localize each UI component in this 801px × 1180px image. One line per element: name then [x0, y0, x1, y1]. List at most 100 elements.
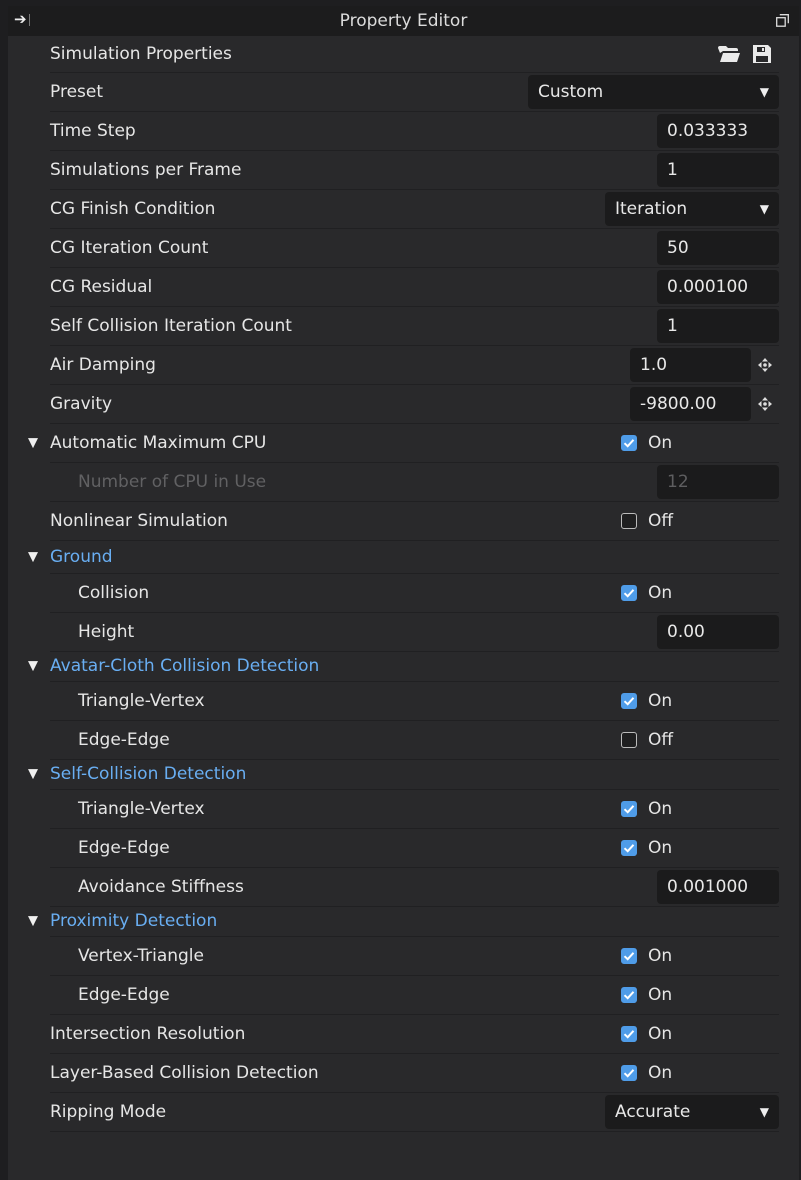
collapse-triangle-icon[interactable]: ▼: [28, 435, 38, 450]
ripping-mode-dropdown[interactable]: Accurate ▼: [605, 1094, 779, 1129]
chevron-down-icon: ▼: [759, 1104, 769, 1119]
avatar-cloth-edge-edge-state: Off: [648, 729, 674, 750]
sims-per-frame-input[interactable]: 1: [657, 152, 779, 187]
collapse-triangle-icon[interactable]: ▼: [28, 659, 38, 674]
sims-per-frame-label: Simulations per Frame: [50, 159, 242, 180]
auto-max-cpu-state: On: [648, 432, 673, 453]
cg-finish-row: CG Finish Condition Iteration ▼: [50, 189, 779, 229]
avatar-cloth-edge-edge-row: Edge-Edge Off: [50, 720, 779, 760]
num-cpu-input: 12: [657, 464, 779, 499]
self-collision-group-header[interactable]: ▼ Self-Collision Detection: [28, 759, 779, 790]
num-cpu-row: Number of CPU in Use 12: [50, 462, 779, 502]
ground-title: Ground: [50, 546, 113, 567]
ground-height-input[interactable]: 0.00: [657, 614, 779, 649]
nonlinear-state: Off: [648, 510, 674, 531]
avoidance-stiffness-input[interactable]: 0.001000: [657, 869, 779, 904]
time-step-row: Time Step 0.033333: [50, 111, 779, 151]
ripping-mode-row: Ripping Mode Accurate ▼: [50, 1092, 779, 1132]
nonlinear-label: Nonlinear Simulation: [50, 510, 228, 531]
collapse-triangle-icon[interactable]: ▼: [28, 549, 38, 564]
ground-height-label: Height: [78, 621, 135, 642]
collapse-triangle-icon[interactable]: ▼: [28, 914, 38, 929]
layer-based-state: On: [648, 1062, 673, 1083]
self-collision-edge-edge-row: Edge-Edge On: [50, 828, 779, 868]
intersection-row: Intersection Resolution On: [50, 1014, 779, 1054]
self-collision-edge-edge-checkbox[interactable]: [621, 839, 637, 856]
avoidance-stiffness-label: Avoidance Stiffness: [78, 876, 244, 897]
self-collision-edge-edge-state: On: [648, 837, 673, 858]
cg-iteration-row: CG Iteration Count 50: [50, 228, 779, 268]
drag-adjust-icon[interactable]: [757, 357, 773, 373]
section-header-row: Simulation Properties: [50, 36, 779, 73]
title-bar: ➔ Property Editor: [8, 6, 799, 36]
ripping-mode-label: Ripping Mode: [50, 1101, 167, 1122]
air-damping-row: Air Damping 1.0: [50, 345, 779, 385]
cg-iteration-label: CG Iteration Count: [50, 237, 209, 258]
sims-per-frame-row: Simulations per Frame 1: [50, 150, 779, 190]
time-step-input[interactable]: 0.033333: [657, 113, 779, 148]
proximity-edge-edge-checkbox[interactable]: [621, 986, 637, 1003]
proximity-vert-tri-row: Vertex-Triangle On: [50, 936, 779, 976]
proximity-edge-edge-state: On: [648, 984, 673, 1005]
proximity-vert-tri-checkbox[interactable]: [621, 947, 637, 964]
auto-max-cpu-row: ▼ Automatic Maximum CPU On: [28, 423, 779, 463]
proximity-vert-tri-state: On: [648, 945, 673, 966]
layer-based-checkbox[interactable]: [621, 1064, 637, 1081]
save-icon[interactable]: [751, 43, 773, 65]
cg-residual-label: CG Residual: [50, 276, 153, 297]
proximity-edge-edge-row: Edge-Edge On: [50, 975, 779, 1015]
self-collision-iter-row: Self Collision Iteration Count 1: [50, 306, 779, 346]
intersection-checkbox[interactable]: [621, 1025, 637, 1042]
collapse-triangle-icon[interactable]: ▼: [28, 767, 38, 782]
self-collision-title: Self-Collision Detection: [50, 764, 247, 784]
avatar-cloth-tri-vert-row: Triangle-Vertex On: [50, 681, 779, 721]
avatar-cloth-edge-edge-checkbox[interactable]: [621, 731, 637, 748]
self-collision-tri-vert-checkbox[interactable]: [621, 800, 637, 817]
auto-max-cpu-checkbox[interactable]: [621, 434, 637, 451]
intersection-label: Intersection Resolution: [50, 1023, 246, 1044]
chevron-down-icon: ▼: [759, 201, 769, 216]
gravity-input[interactable]: -9800.00: [630, 386, 751, 421]
intersection-state: On: [648, 1023, 673, 1044]
ripping-mode-value: Accurate: [615, 1101, 691, 1122]
air-damping-input[interactable]: 1.0: [630, 347, 751, 382]
num-cpu-label: Number of CPU in Use: [78, 471, 267, 492]
drag-adjust-icon[interactable]: [757, 396, 773, 412]
ground-height-row: Height 0.00: [50, 612, 779, 652]
self-collision-tri-vert-row: Triangle-Vertex On: [50, 789, 779, 829]
self-collision-iter-label: Self Collision Iteration Count: [50, 315, 292, 336]
nonlinear-checkbox[interactable]: [621, 512, 637, 529]
section-title: Simulation Properties: [50, 44, 232, 64]
preset-value: Custom: [538, 81, 604, 102]
gravity-row: Gravity -9800.00: [50, 384, 779, 424]
self-collision-iter-input[interactable]: 1: [657, 308, 779, 343]
preset-label: Preset: [50, 81, 104, 102]
self-collision-edge-edge-label: Edge-Edge: [78, 837, 170, 858]
cg-iteration-input[interactable]: 50: [657, 230, 779, 265]
avatar-cloth-tri-vert-state: On: [648, 690, 673, 711]
avoidance-stiffness-row: Avoidance Stiffness 0.001000: [50, 867, 779, 907]
ground-collision-checkbox[interactable]: [621, 584, 637, 601]
air-damping-label: Air Damping: [50, 354, 156, 375]
cg-residual-input[interactable]: 0.000100: [657, 269, 779, 304]
proximity-vert-tri-label: Vertex-Triangle: [78, 945, 204, 966]
avatar-cloth-tri-vert-checkbox[interactable]: [621, 692, 637, 709]
cg-residual-row: CG Residual 0.000100: [50, 267, 779, 307]
panel-title: Property Editor: [339, 11, 468, 31]
self-collision-tri-vert-state: On: [648, 798, 673, 819]
proximity-group-header[interactable]: ▼ Proximity Detection: [28, 906, 779, 937]
preset-dropdown[interactable]: Custom ▼: [528, 74, 779, 109]
float-window-icon[interactable]: [776, 14, 789, 27]
cg-finish-dropdown[interactable]: Iteration ▼: [605, 191, 779, 226]
nonlinear-row: Nonlinear Simulation Off: [50, 501, 779, 541]
ground-group-header[interactable]: ▼ Ground: [28, 540, 779, 574]
self-collision-tri-vert-label: Triangle-Vertex: [78, 798, 205, 819]
layer-based-label: Layer-Based Collision Detection: [50, 1062, 319, 1083]
ground-collision-label: Collision: [78, 582, 150, 603]
cg-finish-value: Iteration: [615, 198, 688, 219]
avatar-cloth-edge-edge-label: Edge-Edge: [78, 729, 170, 750]
open-folder-icon[interactable]: [717, 44, 741, 64]
chevron-down-icon: ▼: [759, 84, 769, 99]
ground-collision-state: On: [648, 582, 673, 603]
avatar-cloth-group-header[interactable]: ▼ Avatar-Cloth Collision Detection: [28, 651, 779, 682]
